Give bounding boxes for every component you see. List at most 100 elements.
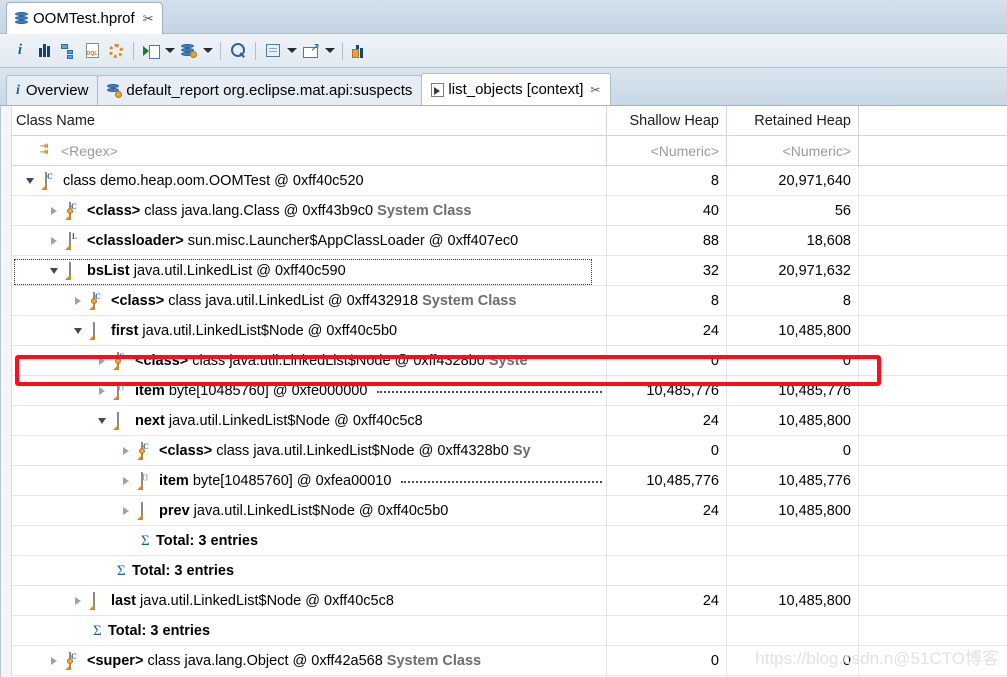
twisty-collapse-icon[interactable] [46, 203, 62, 219]
heap-dump-actions-dropdown[interactable] [201, 39, 215, 63]
close-icon[interactable]: ✂ [143, 12, 154, 25]
cell-class-name[interactable]: <class> class java.util.LinkedList$Node … [12, 346, 607, 375]
table-row[interactable]: item byte[10485760] @ 0xfea00010 10,485,7… [12, 466, 1007, 496]
overview-info-button[interactable]: i [8, 39, 32, 63]
twisty-collapse-icon[interactable] [118, 443, 134, 459]
table-row[interactable]: <class> class java.util.LinkedList$Node … [12, 436, 1007, 466]
eclipse-mat-window: OOMTest.hprof ✂ i OQL ↗ i Overview defau… [0, 0, 1007, 677]
cell-filler [859, 286, 1007, 315]
cell-class-name[interactable]: <class> class java.lang.Class @ 0xff43b9… [12, 196, 607, 225]
cell-class-name[interactable]: prev java.util.LinkedList$Node @ 0xff40c… [12, 496, 607, 525]
twisty-expand-icon[interactable] [70, 323, 86, 339]
cell-filler [859, 226, 1007, 255]
sigma-total-icon: Σ [93, 622, 102, 639]
filter-placeholder-class-name: <Regex> [61, 142, 118, 159]
cell-class-name[interactable]: Σ Total: 3 entries [12, 556, 607, 585]
cell-class-name[interactable]: last java.util.LinkedList$Node @ 0xff40c… [12, 586, 607, 615]
table-row[interactable]: prev java.util.LinkedList$Node @ 0xff40c… [12, 496, 1007, 526]
cell-class-name[interactable]: <super> class java.lang.Object @ 0xff42a… [12, 646, 607, 675]
cell-retained-heap [727, 556, 859, 585]
cell-class-name[interactable]: bsList java.util.LinkedList @ 0xff40c590 [12, 256, 607, 285]
cell-class-name[interactable]: item byte[10485760] @ 0xfea00010 [12, 466, 607, 495]
filter-cell-shallow-heap[interactable]: <Numeric> [607, 136, 727, 165]
grid-calc-icon [266, 44, 280, 57]
cell-class-name[interactable]: first java.util.LinkedList$Node @ 0xff40… [12, 316, 607, 345]
cell-class-name[interactable]: <class> class java.util.LinkedList$Node … [12, 436, 607, 465]
oql-button[interactable] [80, 39, 104, 63]
table-row[interactable]: <class> class java.util.LinkedList @ 0xf… [12, 286, 1007, 316]
filter-cell-retained-heap[interactable]: <Numeric> [727, 136, 859, 165]
calculator-dropdown[interactable] [285, 39, 299, 63]
node-label: <classloader> sun.misc.Launcher$AppClass… [87, 232, 519, 249]
cell-retained-heap: 8 [727, 286, 859, 315]
chevron-down-icon [287, 48, 297, 53]
cell-class-name[interactable]: <classloader> sun.misc.Launcher$AppClass… [12, 226, 607, 255]
twisty-collapse-icon[interactable] [94, 353, 110, 369]
object-tree-table: Class Name Shallow Heap Retained Heap <R… [12, 106, 1007, 677]
table-row[interactable]: <class> class java.util.LinkedList$Node … [12, 346, 1007, 376]
table-row[interactable]: first java.util.LinkedList$Node @ 0xff40… [12, 316, 1007, 346]
calculator-button[interactable] [261, 39, 285, 63]
close-icon[interactable]: ✂ [590, 83, 600, 97]
table-row[interactable]: class demo.heap.oom.OOMTest @ 0xff40c520… [12, 166, 1007, 196]
cell-class-name[interactable]: Σ Total: 3 entries [12, 526, 607, 555]
twisty-collapse-icon[interactable] [70, 293, 86, 309]
cell-filler [859, 256, 1007, 285]
run-expert-system-dropdown[interactable] [163, 39, 177, 63]
toolbar-separator [133, 41, 134, 60]
object-icon [69, 261, 71, 280]
magnifier-icon [230, 43, 246, 58]
class-object-icon [115, 351, 121, 370]
table-row[interactable]: bsList java.util.LinkedList @ 0xff40c590… [12, 256, 1007, 286]
table-row[interactable]: <classloader> sun.misc.Launcher$AppClass… [12, 226, 1007, 256]
cell-class-name[interactable]: Σ Total: 3 entries [12, 616, 607, 645]
twisty-collapse-icon[interactable] [118, 503, 134, 519]
tab-overview[interactable]: i Overview [6, 75, 99, 105]
tab-default-report[interactable]: default_report org.eclipse.mat.api:suspe… [97, 75, 423, 105]
node-label: Total: 3 entries [132, 562, 235, 579]
histogram-button[interactable] [32, 39, 56, 63]
editor-tab-oomtest-hprof[interactable]: OOMTest.hprof ✂ [6, 2, 163, 34]
filter-cell-class-name[interactable]: <Regex> [12, 136, 607, 165]
twisty-expand-icon[interactable] [22, 173, 38, 189]
reports-gear-button[interactable] [104, 39, 128, 63]
compare-chart-button[interactable] [348, 39, 372, 63]
node-label: bsList java.util.LinkedList @ 0xff40c590 [87, 262, 346, 279]
export-button[interactable] [299, 39, 323, 63]
tab-list-objects[interactable]: list_objects [context] ✂ [421, 73, 611, 105]
vertical-scrollbar[interactable] [1, 106, 12, 677]
column-header-retained-heap[interactable]: Retained Heap [727, 106, 859, 135]
dominator-tree-button[interactable] [56, 39, 80, 63]
twisty-collapse-icon[interactable] [94, 383, 110, 399]
cell-class-name[interactable]: <class> class java.util.LinkedList @ 0xf… [12, 286, 607, 315]
toolbar-separator [255, 41, 256, 60]
node-icon-slot [69, 231, 84, 250]
twisty-collapse-icon[interactable] [70, 593, 86, 609]
table-row[interactable]: <class> class java.lang.Class @ 0xff43b9… [12, 196, 1007, 226]
main-toolbar: i [0, 34, 1007, 68]
search-button[interactable] [226, 39, 250, 63]
twisty-expand-icon[interactable] [46, 263, 62, 279]
table-row[interactable]: item byte[10485760] @ 0xfe000000 10,485,7… [12, 376, 1007, 406]
column-header-shallow-heap[interactable]: Shallow Heap [607, 106, 727, 135]
tab-list-objects-label: list_objects [context] [448, 81, 584, 98]
cell-class-name[interactable]: class demo.heap.oom.OOMTest @ 0xff40c520 [12, 166, 607, 195]
orange-dot-marker [91, 297, 97, 304]
run-expert-system-button[interactable] [139, 39, 163, 63]
table-row[interactable]: Σ Total: 3 entries [12, 616, 1007, 646]
table-row[interactable]: Σ Total: 3 entries [12, 556, 1007, 586]
table-row[interactable]: next java.util.LinkedList$Node @ 0xff40c… [12, 406, 1007, 436]
table-row[interactable]: Σ Total: 3 entries [12, 526, 1007, 556]
node-label: next java.util.LinkedList$Node @ 0xff40c… [135, 412, 423, 429]
twisty-collapse-icon[interactable] [46, 653, 62, 669]
cell-class-name[interactable]: next java.util.LinkedList$Node @ 0xff40c… [12, 406, 607, 435]
cell-class-name[interactable]: item byte[10485760] @ 0xfe000000 [12, 376, 607, 405]
twisty-collapse-icon[interactable] [46, 233, 62, 249]
export-dropdown[interactable] [323, 39, 337, 63]
cell-shallow-heap: 8 [607, 286, 727, 315]
twisty-collapse-icon[interactable] [118, 473, 134, 489]
heap-dump-actions-button[interactable] [177, 39, 201, 63]
column-header-class-name[interactable]: Class Name [12, 106, 607, 135]
twisty-expand-icon[interactable] [94, 413, 110, 429]
table-row[interactable]: last java.util.LinkedList$Node @ 0xff40c… [12, 586, 1007, 616]
